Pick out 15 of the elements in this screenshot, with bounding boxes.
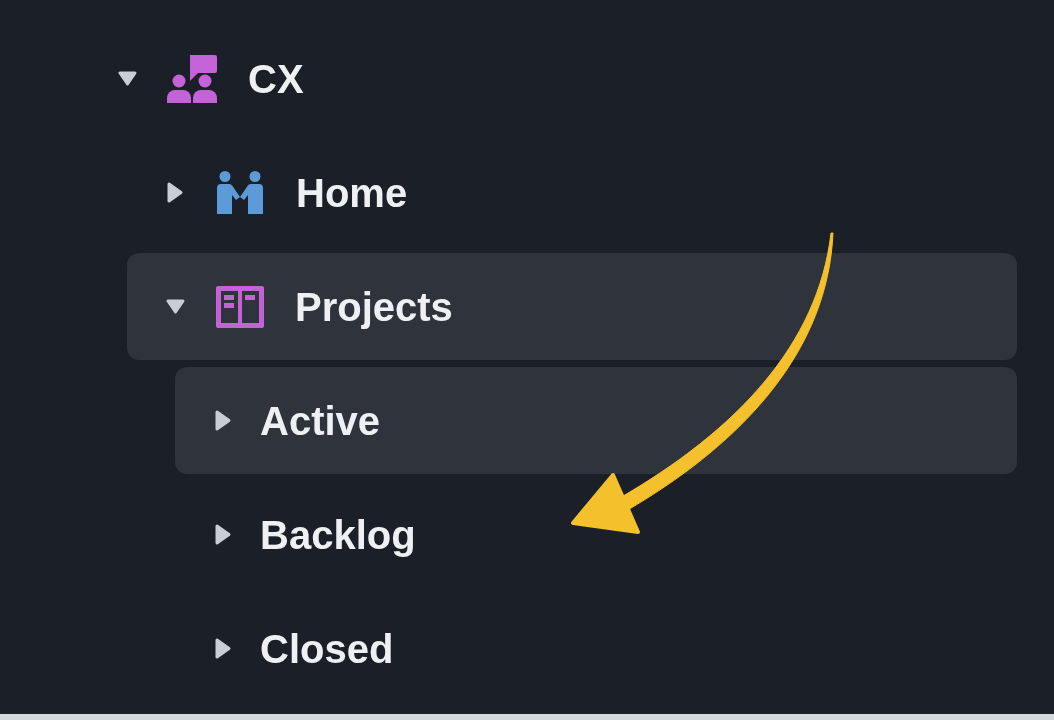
handshake-people-icon (215, 171, 265, 214)
board-icon (216, 285, 264, 328)
tree-item[interactable]: Home (127, 139, 1017, 246)
caret-down-icon[interactable] (117, 71, 137, 86)
tree-item[interactable]: Closed (175, 595, 1017, 702)
caret-right-icon[interactable] (215, 410, 231, 431)
caret-right-icon[interactable] (215, 524, 231, 545)
caret-right-icon[interactable] (167, 182, 183, 203)
tree-item[interactable]: Active (175, 367, 1017, 474)
team-chat-icon (167, 54, 217, 103)
tree-item[interactable]: Backlog (175, 481, 1017, 588)
tree-item[interactable]: Projects (127, 253, 1017, 360)
caret-down-icon[interactable] (165, 299, 185, 314)
caret-right-icon[interactable] (215, 638, 231, 659)
tree-item[interactable]: CX (79, 25, 1017, 132)
